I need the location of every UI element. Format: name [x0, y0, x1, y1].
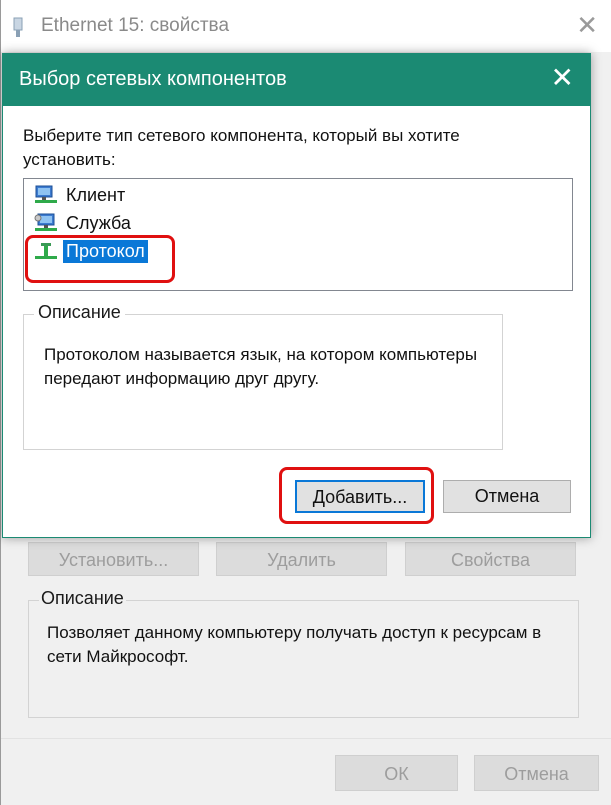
dialog-description-title: Описание [34, 302, 125, 323]
divider [1, 738, 611, 739]
install-button[interactable]: Установить... [28, 542, 199, 576]
dialog-prompt: Выберите тип сетевого компонента, которы… [23, 126, 460, 169]
list-item-protocol[interactable]: Протокол [34, 237, 148, 265]
list-item-service[interactable]: Служба [34, 209, 134, 237]
remove-button[interactable]: Удалить [216, 542, 387, 576]
dialog-description-text: Протоколом называется язык, на котором к… [44, 345, 478, 388]
properties-description-title: Описание [39, 588, 126, 609]
dialog-title: Выбор сетевых компонентов [19, 68, 287, 90]
dialog-close-icon[interactable]: ✕ [551, 62, 574, 94]
properties-description-text: Позволяет данному компьютеру получать до… [47, 623, 542, 666]
add-button[interactable]: Добавить... [295, 480, 425, 513]
list-item-label: Служба [66, 212, 131, 233]
list-item-client[interactable]: Клиент [34, 181, 128, 209]
service-icon [34, 213, 57, 231]
protocol-icon [35, 243, 57, 259]
ok-button[interactable]: ОК [335, 755, 458, 791]
properties-cancel-button[interactable]: Отмена [474, 755, 599, 791]
properties-description-group: Описание Позволяет данному компьютеру по… [28, 588, 579, 718]
network-adapter-icon [13, 17, 23, 37]
properties-titlebar: Ethernet 15: свойства ✕ [1, 0, 611, 52]
dialog-titlebar: Выбор сетевых компонентов ✕ [3, 54, 590, 106]
properties-title: Ethernet 15: свойства [41, 15, 230, 36]
properties-button[interactable]: Свойства [405, 542, 576, 576]
select-network-component-dialog: Выбор сетевых компонентов ✕ Выберите тип… [2, 53, 591, 538]
list-item-label: Протокол [63, 239, 148, 263]
dialog-cancel-button[interactable]: Отмена [443, 480, 571, 513]
component-type-list[interactable]: Клиент Служба Протокол [23, 178, 573, 291]
list-item-label: Клиент [66, 184, 126, 205]
client-icon [35, 185, 57, 203]
dialog-description-group: Описание Протоколом называется язык, на … [23, 302, 503, 450]
properties-close-icon[interactable]: ✕ [576, 10, 598, 40]
